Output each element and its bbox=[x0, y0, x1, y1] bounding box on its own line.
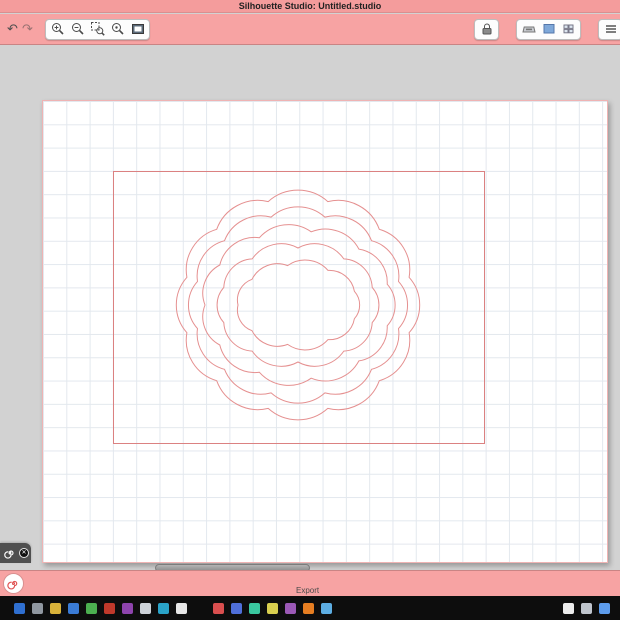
dock-icon[interactable] bbox=[581, 603, 592, 614]
lock-icon bbox=[482, 23, 491, 35]
lock-group bbox=[474, 18, 499, 40]
fit-page-button[interactable] bbox=[129, 21, 146, 38]
zoom-in-button[interactable] bbox=[49, 21, 66, 38]
page-setup-button[interactable] bbox=[540, 21, 557, 38]
grid-icon bbox=[563, 24, 573, 34]
undo-button[interactable]: ↶ bbox=[5, 19, 20, 39]
pan-zoom-icon bbox=[111, 23, 124, 35]
dock-icon[interactable] bbox=[68, 603, 79, 614]
drag-zoom-icon bbox=[90, 22, 105, 36]
pan-zoom-button[interactable] bbox=[109, 21, 126, 38]
export-label: Export bbox=[296, 586, 320, 595]
dock-icons bbox=[0, 596, 620, 614]
zoom-out-icon bbox=[71, 23, 84, 35]
zoom-out-button[interactable] bbox=[69, 21, 86, 38]
dock-icon-group bbox=[14, 603, 187, 614]
spiral-badge[interactable] bbox=[3, 573, 24, 594]
window-title: Silhouette Studio: Untitled.studio bbox=[238, 1, 382, 11]
zoom-in-icon bbox=[51, 23, 64, 35]
shapes-svg[interactable] bbox=[43, 101, 609, 564]
page-setup-icon bbox=[543, 24, 554, 34]
panel-menu-group bbox=[598, 18, 620, 40]
dock-icon[interactable] bbox=[213, 603, 224, 614]
dock-icon[interactable] bbox=[14, 603, 25, 614]
dock-icon[interactable] bbox=[321, 603, 332, 614]
menu-lines-icon bbox=[605, 25, 616, 33]
grid-settings-button[interactable] bbox=[560, 21, 577, 38]
toolbar-right bbox=[464, 18, 620, 40]
dock-icon[interactable] bbox=[86, 603, 97, 614]
dock-icon-group bbox=[213, 603, 332, 614]
dock-icon[interactable] bbox=[104, 603, 115, 614]
dock-icon[interactable] bbox=[158, 603, 169, 614]
dock-icon[interactable] bbox=[176, 603, 187, 614]
dock-icon[interactable] bbox=[140, 603, 151, 614]
lock-button[interactable] bbox=[478, 21, 495, 38]
page-tools-group bbox=[516, 18, 581, 40]
taskbar bbox=[0, 596, 620, 620]
design-page[interactable] bbox=[42, 100, 608, 563]
send-to-machine-button[interactable] bbox=[520, 21, 537, 38]
spiral-icon bbox=[4, 550, 14, 559]
workspace: ✕ bbox=[0, 46, 620, 572]
dock-icon[interactable] bbox=[249, 603, 260, 614]
dock-icon[interactable] bbox=[563, 603, 574, 614]
toolbar: ↶ ↷ bbox=[0, 14, 620, 45]
dock-icon[interactable] bbox=[303, 603, 314, 614]
zoom-tools-group bbox=[45, 18, 150, 40]
spiral-logo-icon bbox=[7, 580, 18, 590]
redo-button[interactable]: ↷ bbox=[20, 19, 35, 39]
library-tab[interactable]: ✕ bbox=[0, 543, 31, 563]
dock-icon[interactable] bbox=[50, 603, 61, 614]
dock-icon-group bbox=[563, 603, 610, 614]
title-bar: Silhouette Studio: Untitled.studio bbox=[0, 0, 620, 13]
dock-icon[interactable] bbox=[122, 603, 133, 614]
dock-icon[interactable] bbox=[231, 603, 242, 614]
close-icon[interactable]: ✕ bbox=[19, 548, 29, 558]
menu-button[interactable] bbox=[602, 21, 619, 38]
dock-icon[interactable] bbox=[267, 603, 278, 614]
bottom-bar: Export bbox=[0, 570, 620, 596]
dock-icon[interactable] bbox=[285, 603, 296, 614]
drag-zoom-button[interactable] bbox=[89, 21, 106, 38]
dock-icon[interactable] bbox=[32, 603, 43, 614]
dock-icon[interactable] bbox=[599, 603, 610, 614]
cutting-machine-icon bbox=[521, 26, 536, 33]
fit-page-icon bbox=[131, 24, 144, 34]
